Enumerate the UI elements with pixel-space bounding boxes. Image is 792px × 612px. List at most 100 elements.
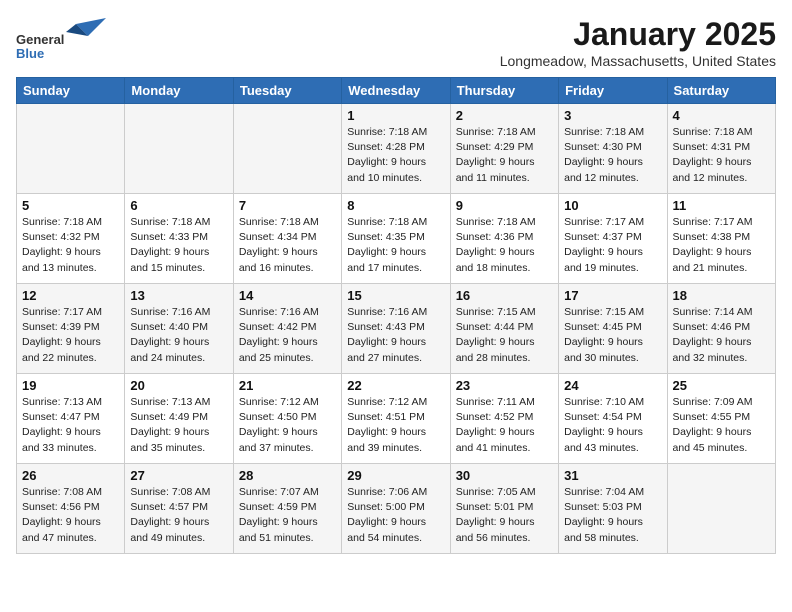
day-info: Sunrise: 7:17 AMSunset: 4:39 PMDaylight:… (22, 305, 119, 366)
day-number: 23 (456, 378, 553, 393)
header-friday: Friday (559, 78, 667, 104)
day-number: 11 (673, 198, 770, 213)
day-number: 9 (456, 198, 553, 213)
day-number: 24 (564, 378, 661, 393)
day-number: 2 (456, 108, 553, 123)
table-row: 26 Sunrise: 7:08 AMSunset: 4:56 PMDayligh… (17, 464, 125, 554)
day-info: Sunrise: 7:08 AMSunset: 4:57 PMDaylight:… (130, 485, 227, 546)
day-number: 20 (130, 378, 227, 393)
table-row (667, 464, 775, 554)
day-info: Sunrise: 7:15 AMSunset: 4:45 PMDaylight:… (564, 305, 661, 366)
header-tuesday: Tuesday (233, 78, 341, 104)
day-number: 12 (22, 288, 119, 303)
month-year-title: January 2025 (500, 16, 776, 53)
day-number: 16 (456, 288, 553, 303)
table-row: 8 Sunrise: 7:18 AMSunset: 4:35 PMDaylight… (342, 194, 450, 284)
day-info: Sunrise: 7:17 AMSunset: 4:37 PMDaylight:… (564, 215, 661, 276)
day-number: 6 (130, 198, 227, 213)
header-wednesday: Wednesday (342, 78, 450, 104)
table-row: 21Sunrise: 7:12 AMSunset: 4:50 PMDayligh… (233, 374, 341, 464)
table-row: 1 Sunrise: 7:18 AMSunset: 4:28 PMDaylight… (342, 104, 450, 194)
day-info: Sunrise: 7:18 AMSunset: 4:36 PMDaylight:… (456, 215, 553, 276)
day-info: Sunrise: 7:12 AMSunset: 4:50 PMDaylight:… (239, 395, 336, 456)
day-info: Sunrise: 7:06 AMSunset: 5:00 PMDaylight:… (347, 485, 444, 546)
table-row: 17 Sunrise: 7:15 AMSunset: 4:45 PMDayligh… (559, 284, 667, 374)
day-number: 28 (239, 468, 336, 483)
table-row: 22 Sunrise: 7:12 AMSunset: 4:51 PMDayligh… (342, 374, 450, 464)
day-number: 5 (22, 198, 119, 213)
day-info: Sunrise: 7:08 AMSunset: 4:56 PMDaylight:… (22, 485, 119, 546)
day-info: Sunrise: 7:18 AMSunset: 4:34 PMDaylight:… (239, 215, 336, 276)
table-row: 30 Sunrise: 7:05 AMSunset: 5:01 PMDayligh… (450, 464, 558, 554)
table-row: 9 Sunrise: 7:18 AMSunset: 4:36 PMDaylight… (450, 194, 558, 284)
weekday-header-row: Sunday Monday Tuesday Wednesday Thursday… (17, 78, 776, 104)
day-info: Sunrise: 7:18 AMSunset: 4:35 PMDaylight:… (347, 215, 444, 276)
day-info: Sunrise: 7:12 AMSunset: 4:51 PMDaylight:… (347, 395, 444, 456)
day-info: Sunrise: 7:18 AMSunset: 4:31 PMDaylight:… (673, 125, 770, 186)
day-info: Sunrise: 7:16 AMSunset: 4:42 PMDaylight:… (239, 305, 336, 366)
table-row: 29 Sunrise: 7:06 AMSunset: 5:00 PMDayligh… (342, 464, 450, 554)
day-number: 14 (239, 288, 336, 303)
day-number: 3 (564, 108, 661, 123)
header-monday: Monday (125, 78, 233, 104)
day-number: 10 (564, 198, 661, 213)
header-saturday: Saturday (667, 78, 775, 104)
calendar-week-row: 5 Sunrise: 7:18 AMSunset: 4:32 PMDaylight… (17, 194, 776, 284)
table-row: 2Sunrise: 7:18 AMSunset: 4:29 PMDaylight… (450, 104, 558, 194)
day-number: 26 (22, 468, 119, 483)
table-row: 13Sunrise: 7:16 AMSunset: 4:40 PMDayligh… (125, 284, 233, 374)
table-row: 20 Sunrise: 7:13 AMSunset: 4:49 PMDayligh… (125, 374, 233, 464)
day-info: Sunrise: 7:11 AMSunset: 4:52 PMDaylight:… (456, 395, 553, 456)
table-row: 18 Sunrise: 7:14 AMSunset: 4:46 PMDayligh… (667, 284, 775, 374)
table-row: 14 Sunrise: 7:16 AMSunset: 4:42 PMDayligh… (233, 284, 341, 374)
day-number: 1 (347, 108, 444, 123)
table-row: 7 Sunrise: 7:18 AMSunset: 4:34 PMDaylight… (233, 194, 341, 284)
svg-text:General: General (16, 32, 64, 47)
day-number: 30 (456, 468, 553, 483)
table-row (17, 104, 125, 194)
day-info: Sunrise: 7:17 AMSunset: 4:38 PMDaylight:… (673, 215, 770, 276)
day-info: Sunrise: 7:13 AMSunset: 4:49 PMDaylight:… (130, 395, 227, 456)
day-number: 31 (564, 468, 661, 483)
day-info: Sunrise: 7:18 AMSunset: 4:32 PMDaylight:… (22, 215, 119, 276)
day-info: Sunrise: 7:07 AMSunset: 4:59 PMDaylight:… (239, 485, 336, 546)
day-info: Sunrise: 7:04 AMSunset: 5:03 PMDaylight:… (564, 485, 661, 546)
table-row: 4 Sunrise: 7:18 AMSunset: 4:31 PMDaylight… (667, 104, 775, 194)
day-number: 7 (239, 198, 336, 213)
day-info: Sunrise: 7:18 AMSunset: 4:28 PMDaylight:… (347, 125, 444, 186)
day-number: 17 (564, 288, 661, 303)
calendar-week-row: 12 Sunrise: 7:17 AMSunset: 4:39 PMDayligh… (17, 284, 776, 374)
calendar-week-row: 19Sunrise: 7:13 AMSunset: 4:47 PMDayligh… (17, 374, 776, 464)
day-number: 27 (130, 468, 227, 483)
day-info: Sunrise: 7:15 AMSunset: 4:44 PMDaylight:… (456, 305, 553, 366)
table-row: 23 Sunrise: 7:11 AMSunset: 4:52 PMDayligh… (450, 374, 558, 464)
table-row: 15Sunrise: 7:16 AMSunset: 4:43 PMDayligh… (342, 284, 450, 374)
logo: General Blue (16, 16, 106, 60)
day-info: Sunrise: 7:16 AMSunset: 4:43 PMDaylight:… (347, 305, 444, 366)
day-info: Sunrise: 7:14 AMSunset: 4:46 PMDaylight:… (673, 305, 770, 366)
table-row: 25Sunrise: 7:09 AMSunset: 4:55 PMDayligh… (667, 374, 775, 464)
logo-icon: General Blue (16, 16, 106, 60)
day-info: Sunrise: 7:13 AMSunset: 4:47 PMDaylight:… (22, 395, 119, 456)
table-row: 27 Sunrise: 7:08 AMSunset: 4:57 PMDayligh… (125, 464, 233, 554)
svg-text:Blue: Blue (16, 46, 44, 60)
location-subtitle: Longmeadow, Massachusetts, United States (500, 53, 776, 69)
table-row (125, 104, 233, 194)
header-sunday: Sunday (17, 78, 125, 104)
day-number: 22 (347, 378, 444, 393)
day-info: Sunrise: 7:10 AMSunset: 4:54 PMDaylight:… (564, 395, 661, 456)
table-row: 10 Sunrise: 7:17 AMSunset: 4:37 PMDayligh… (559, 194, 667, 284)
day-number: 8 (347, 198, 444, 213)
day-info: Sunrise: 7:05 AMSunset: 5:01 PMDaylight:… (456, 485, 553, 546)
calendar-table: Sunday Monday Tuesday Wednesday Thursday… (16, 77, 776, 554)
day-info: Sunrise: 7:18 AMSunset: 4:33 PMDaylight:… (130, 215, 227, 276)
day-number: 29 (347, 468, 444, 483)
table-row: 12 Sunrise: 7:17 AMSunset: 4:39 PMDayligh… (17, 284, 125, 374)
table-row: 11 Sunrise: 7:17 AMSunset: 4:38 PMDayligh… (667, 194, 775, 284)
day-number: 4 (673, 108, 770, 123)
day-number: 13 (130, 288, 227, 303)
calendar-week-row: 26 Sunrise: 7:08 AMSunset: 4:56 PMDayligh… (17, 464, 776, 554)
day-number: 18 (673, 288, 770, 303)
table-row: 31 Sunrise: 7:04 AMSunset: 5:03 PMDayligh… (559, 464, 667, 554)
title-block: January 2025 Longmeadow, Massachusetts, … (500, 16, 776, 69)
